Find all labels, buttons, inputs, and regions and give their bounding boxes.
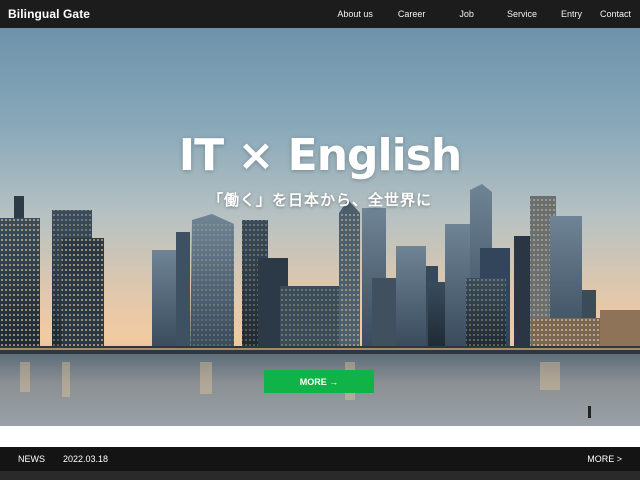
news-bar: NEWS 2022.03.18 MORE > <box>0 447 640 471</box>
news-date[interactable]: 2022.03.18 <box>63 454 587 464</box>
nav-contact[interactable]: Contact <box>600 9 631 19</box>
nav-career[interactable]: Career <box>398 9 426 19</box>
hero-title: IT × English <box>178 130 462 181</box>
nav-job[interactable]: Job <box>459 9 474 19</box>
brand-logo[interactable]: Bilingual Gate <box>8 7 90 21</box>
nav-service[interactable]: Service <box>507 9 537 19</box>
hero-section: IT × English 「働く」を日本から、全世界に MORE → <box>0 28 640 426</box>
main-nav: About us Career Job Service Entry Contac… <box>337 0 632 28</box>
nav-entry[interactable]: Entry <box>561 9 582 19</box>
hero-skyline-image <box>0 184 640 426</box>
news-more-link[interactable]: MORE > <box>587 454 622 464</box>
hero-more-button[interactable]: MORE → <box>264 370 374 393</box>
hero-subtitle: 「働く」を日本から、全世界に <box>207 191 432 209</box>
news-label: NEWS <box>18 454 45 464</box>
footer-strip <box>0 471 640 480</box>
site-header: Bilingual Gate About us Career Job Servi… <box>0 0 640 28</box>
nav-about-us[interactable]: About us <box>337 9 373 19</box>
